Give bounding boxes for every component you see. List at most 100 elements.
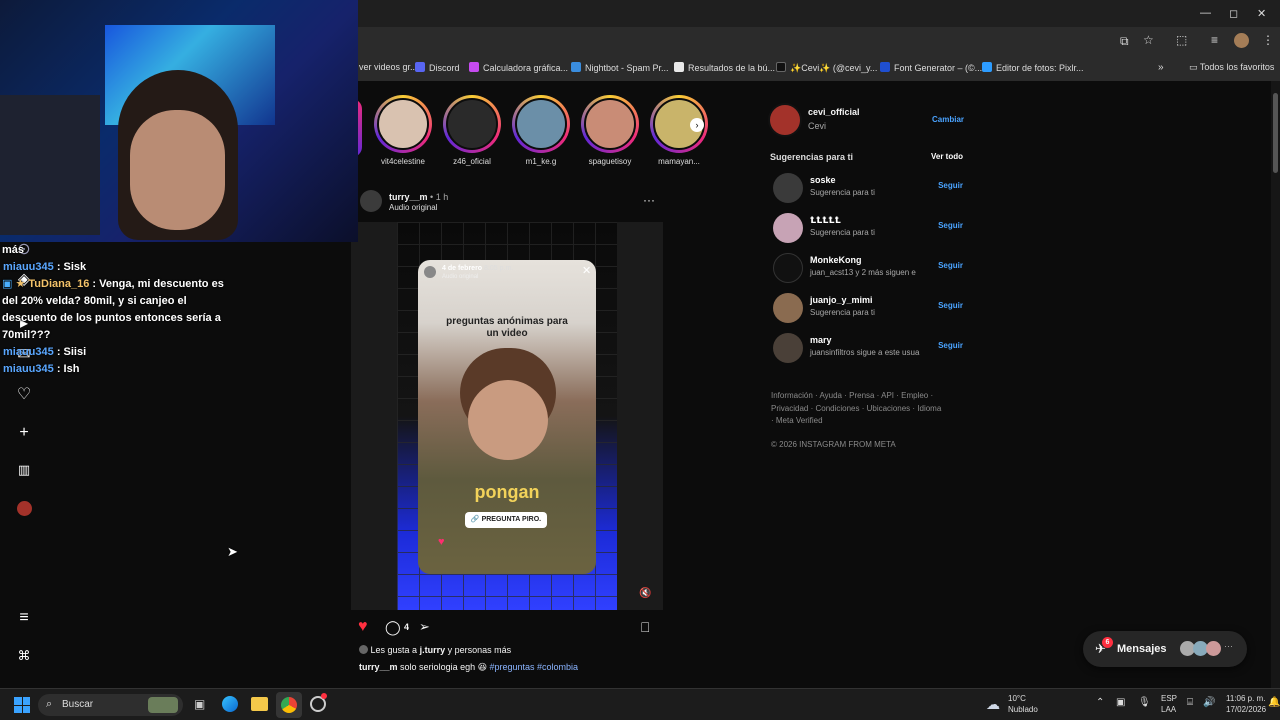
story-item[interactable]: z46_oficial — [437, 95, 507, 166]
taskbar-search[interactable]: ⌕ Buscar — [38, 694, 183, 716]
suggestion-avatar[interactable] — [773, 253, 803, 283]
network-icon[interactable]: ⌸ — [1187, 697, 1193, 708]
follow-button[interactable]: Seguir — [938, 301, 963, 310]
see-all-link[interactable]: Ver todo — [931, 152, 963, 161]
pixlr-icon — [982, 62, 992, 72]
create-plus-icon[interactable]: + — [15, 424, 33, 442]
bookmark-item[interactable]: Editor de fotos: Pixlr... — [982, 62, 1084, 73]
post-video[interactable]: 4 de febrero 8:05 p.m. Audio original ✕ … — [351, 222, 663, 610]
post-options-icon[interactable]: ··· — [643, 193, 655, 207]
media-control-icon[interactable]: ≡ — [1211, 33, 1218, 47]
more-menu-hamburger-icon[interactable]: ≡ — [15, 609, 33, 627]
suggestion-username[interactable]: ꝈꝈꝈꝈꝈ — [810, 215, 841, 226]
story-item[interactable]: m1_ke.g — [506, 95, 576, 166]
language-indicator[interactable]: ESP — [1161, 694, 1177, 703]
switch-account-link[interactable]: Cambiar — [932, 115, 964, 124]
search-highlight-image — [148, 697, 178, 713]
like-heart-icon[interactable]: ♥ — [358, 618, 368, 636]
person-face — [468, 380, 548, 460]
more-menu-icon[interactable]: ⋮ — [1262, 33, 1274, 47]
tiktok-icon — [776, 62, 786, 72]
microphone-icon[interactable]: 🎙 — [1138, 697, 1151, 708]
bookmark-item[interactable]: Discord — [415, 62, 460, 73]
suggestion-username[interactable]: mary — [810, 335, 832, 345]
message-avatar — [1206, 641, 1221, 656]
post-audio[interactable]: Audio original — [389, 203, 437, 212]
post-author[interactable]: turry__m — [389, 192, 428, 202]
save-bookmark-icon[interactable]: ⎕ — [641, 619, 649, 636]
discord-icon — [415, 62, 425, 72]
notifications-bell-icon[interactable]: 🔔 — [1268, 697, 1280, 708]
suggestion-username[interactable]: MonkeKong — [810, 255, 862, 265]
bookmark-star-icon[interactable]: ☆ — [1143, 33, 1154, 47]
story-item[interactable]: spaguetisoy — [575, 95, 645, 166]
follow-button[interactable]: Seguir — [938, 341, 963, 350]
bookmark-item[interactable]: ✨Cevi✨ (@cevi_y... — [776, 62, 877, 74]
volume-icon[interactable]: 🔊 — [1203, 697, 1215, 708]
follow-button[interactable]: Seguir — [938, 221, 963, 230]
video-frame: 4 de febrero 8:05 p.m. Audio original ✕ … — [397, 222, 617, 610]
close-window-button[interactable]: ✕ — [1257, 7, 1266, 20]
threads-icon[interactable]: ⌘ — [15, 647, 33, 665]
bookmarks-overflow-icon[interactable]: » — [1158, 62, 1164, 73]
follow-button[interactable]: Seguir — [938, 181, 963, 190]
bookmark-item[interactable]: ver videos gr... — [359, 62, 418, 72]
edge-icon[interactable] — [222, 696, 238, 712]
bookmark-item[interactable]: Nightbot - Spam Pr... — [571, 62, 669, 73]
bookmark-item[interactable]: Calculadora gráfica... — [469, 62, 568, 73]
bookmark-item[interactable]: Resultados de la bú... — [674, 62, 775, 73]
story-item[interactable]: mamayan... — [644, 95, 714, 166]
weather-cloud-icon[interactable]: ☁ — [986, 696, 1000, 713]
mouse-cursor-icon: ➤ — [227, 544, 238, 559]
suggestions-title: Sugerencias para ti — [770, 152, 854, 162]
comment-count: 4 — [404, 622, 410, 632]
dashboard-icon[interactable]: ▥ — [15, 461, 33, 479]
page-scrollbar[interactable] — [1271, 81, 1280, 688]
webcam-overlay — [0, 0, 358, 242]
bookmark-item[interactable]: Font Generator – (©... — [880, 62, 982, 73]
messages-pill[interactable]: ✈ 6 Mensajes ··· — [1083, 631, 1247, 667]
chat-badge-icon: ▣ — [2, 278, 13, 290]
footer-links[interactable]: Información · Ayuda · Prensa · API · Emp… — [771, 390, 946, 428]
scrollbar-thumb[interactable] — [1273, 93, 1278, 173]
cast-icon[interactable]: ⧉ — [1120, 34, 1129, 49]
follow-button[interactable]: Seguir — [938, 261, 963, 270]
profile-avatar[interactable] — [1234, 33, 1249, 48]
maximize-button[interactable]: ◻ — [1229, 7, 1238, 20]
tray-chevron-icon[interactable]: ⌃ — [1096, 697, 1104, 708]
stories-next-chevron-icon[interactable]: › — [690, 118, 704, 132]
tray-app-icon[interactable]: ▣ — [1116, 697, 1125, 708]
question-sticker: 🔗 PREGUNTA PIRO. — [465, 512, 547, 528]
chrome-icon[interactable] — [281, 697, 297, 713]
post-caption: turry__m solo seriologia egh 😆 #pregunta… — [359, 662, 579, 672]
extensions-icon[interactable]: ⬚ — [1176, 33, 1187, 47]
all-bookmarks-folder[interactable]: ▭ Todos los favoritos — [1189, 62, 1274, 73]
weather-desc: Nublado — [1008, 705, 1038, 714]
comment-icon[interactable]: ◯ — [385, 619, 401, 636]
suggestion-avatar[interactable] — [773, 213, 803, 243]
suggestion-username[interactable]: juanjo_y_mimi — [810, 295, 873, 305]
suggestion-avatar[interactable] — [773, 333, 803, 363]
liker-username[interactable]: j.turry — [420, 645, 446, 655]
start-windows-icon[interactable] — [14, 697, 30, 713]
mute-icon[interactable]: 🔇 — [639, 588, 651, 599]
font-icon — [880, 62, 890, 72]
suggestion-avatar[interactable] — [773, 293, 803, 323]
suggestion-avatar[interactable] — [773, 173, 803, 203]
profile-avatar[interactable] — [768, 103, 802, 137]
task-view-icon[interactable]: ▣ — [194, 697, 205, 711]
hashtags[interactable]: #preguntas #colombia — [490, 662, 579, 672]
liker-avatar — [359, 645, 368, 654]
nightbot-icon — [571, 62, 581, 72]
story-item[interactable]: vit4celestine — [368, 95, 438, 166]
clock-time[interactable]: 11:06 p. m. — [1226, 694, 1265, 703]
suggestion-row: ꝈꝈꝈꝈꝈ Sugerencia para ti Seguir — [773, 213, 963, 245]
post-author-avatar[interactable] — [360, 190, 382, 212]
profile-nav-avatar[interactable] — [17, 501, 32, 516]
page-icon — [674, 62, 684, 72]
suggestion-username[interactable]: soske — [810, 175, 836, 185]
profile-username[interactable]: cevi_official — [808, 107, 860, 117]
file-explorer-icon[interactable] — [251, 697, 268, 711]
minimize-button[interactable]: — — [1200, 7, 1211, 19]
share-icon[interactable]: ➢ — [419, 619, 430, 635]
